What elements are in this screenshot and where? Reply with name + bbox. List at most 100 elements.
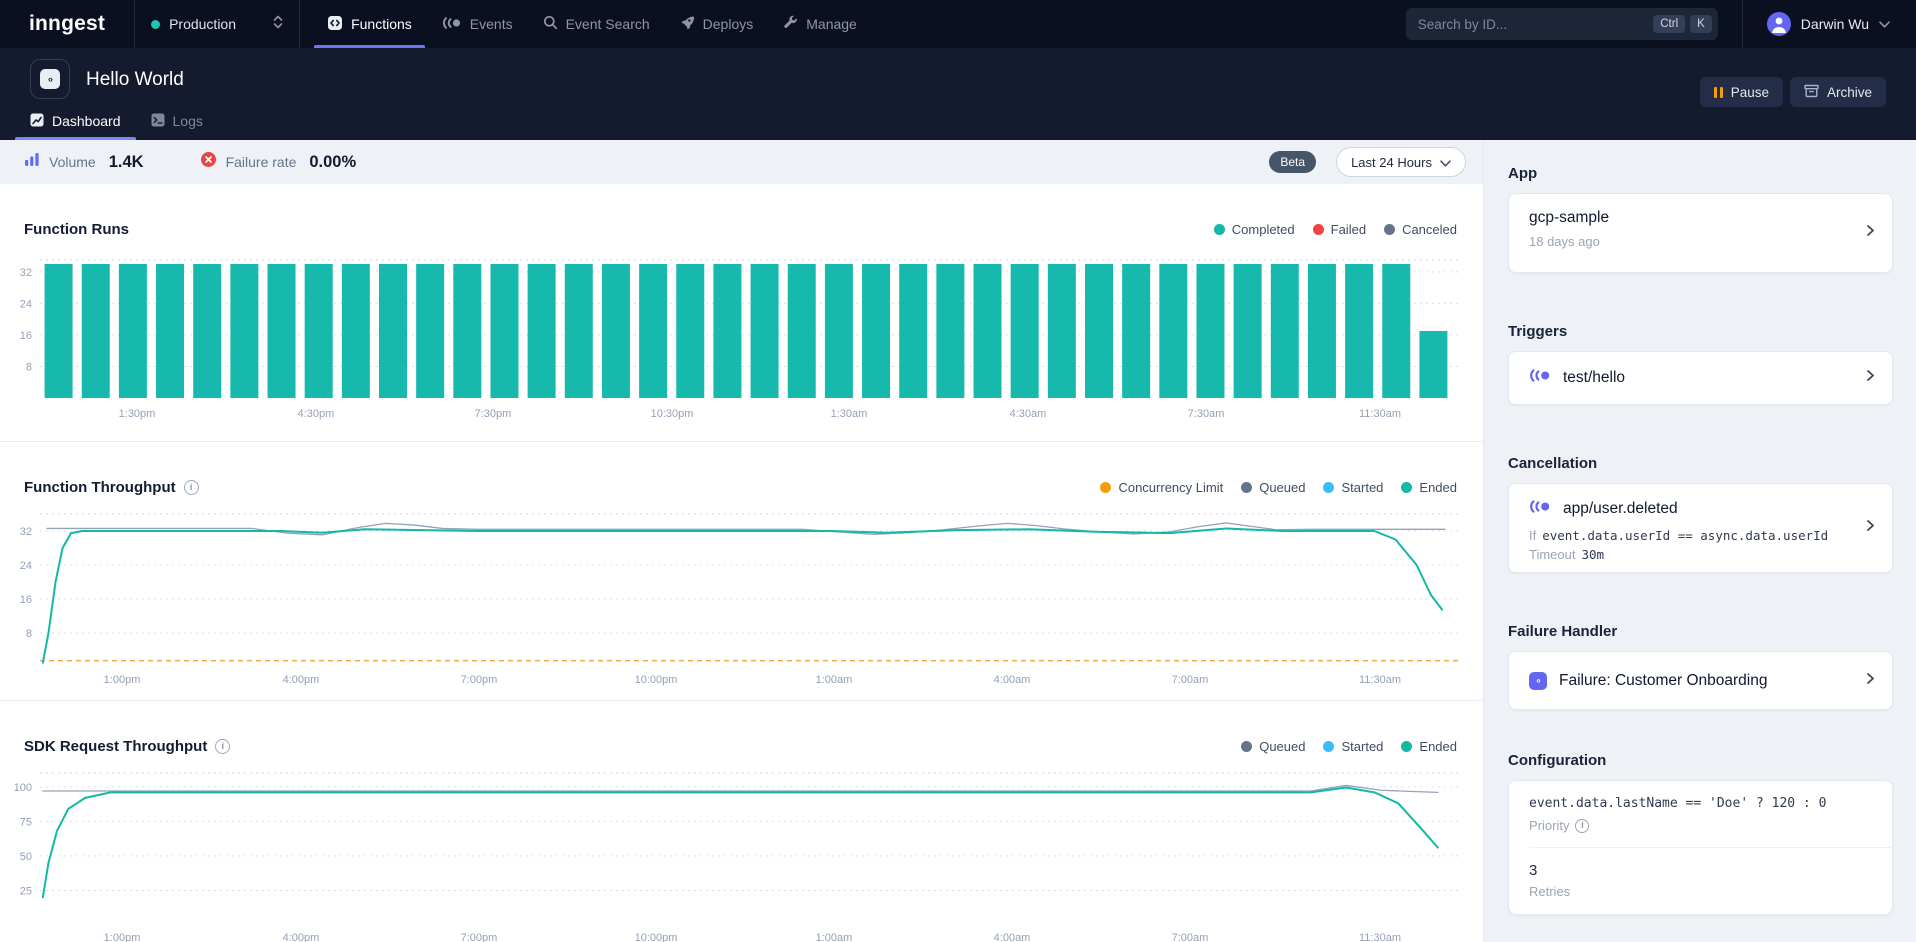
bar[interactable] bbox=[639, 264, 667, 398]
app-card[interactable]: gcp-sample 18 days ago bbox=[1508, 193, 1893, 273]
bar[interactable] bbox=[1308, 264, 1336, 398]
bar[interactable] bbox=[862, 264, 890, 398]
cancellation-card[interactable]: app/user.deleted If event.data.userId ==… bbox=[1508, 483, 1893, 573]
bar[interactable] bbox=[899, 264, 927, 398]
nav-tab-deploys[interactable]: Deploys bbox=[665, 0, 769, 48]
legend-dot bbox=[1241, 482, 1252, 493]
bar[interactable] bbox=[1085, 264, 1113, 398]
series-ended bbox=[43, 788, 1438, 898]
bar[interactable] bbox=[936, 264, 964, 398]
bar[interactable] bbox=[602, 264, 630, 398]
search-input[interactable]: Search by ID... Ctrl K bbox=[1406, 8, 1718, 40]
svg-text:10:00pm: 10:00pm bbox=[635, 674, 678, 686]
tab-dashboard[interactable]: Dashboard bbox=[15, 102, 136, 140]
pause-label: Pause bbox=[1731, 85, 1769, 100]
nav-tab-label: Events bbox=[470, 16, 513, 32]
bar[interactable] bbox=[1271, 264, 1299, 398]
bar[interactable] bbox=[82, 264, 110, 398]
bar[interactable] bbox=[268, 264, 296, 398]
bar[interactable] bbox=[788, 264, 816, 398]
chevron-right-icon bbox=[1862, 223, 1878, 244]
bar[interactable] bbox=[676, 264, 704, 398]
configuration-section: Configuration event.data.lastName == 'Do… bbox=[1508, 752, 1893, 915]
dashboard-content: Volume 1.4K Failure rate 0.00% Beta Last… bbox=[0, 140, 1484, 942]
bar[interactable] bbox=[490, 264, 518, 398]
tab-logs[interactable]: Logs bbox=[136, 102, 218, 140]
function-throughput-chart: 81624321:00pm4:00pm7:00pm10:00pm1:00am4:… bbox=[0, 508, 1460, 697]
bar[interactable] bbox=[1048, 264, 1076, 398]
info-icon[interactable]: i bbox=[184, 480, 199, 495]
bar[interactable] bbox=[1345, 264, 1373, 398]
page-title: Hello World bbox=[86, 69, 184, 91]
chart-title: SDK Request Throughput bbox=[24, 738, 207, 755]
bar[interactable] bbox=[751, 264, 779, 398]
bar[interactable] bbox=[305, 264, 333, 398]
bar[interactable] bbox=[453, 264, 481, 398]
bar[interactable] bbox=[379, 264, 407, 398]
sdk-request-throughput-panel: SDK Request Throughput i QueuedStartedEn… bbox=[0, 700, 1483, 942]
bar[interactable] bbox=[1419, 331, 1447, 398]
priority-expression: event.data.lastName == 'Doe' ? 120 : 0 bbox=[1529, 796, 1872, 811]
legend-dot bbox=[1313, 224, 1324, 235]
failure-handler-card[interactable]: ‹› Failure: Customer Onboarding bbox=[1508, 651, 1893, 710]
bar[interactable] bbox=[45, 264, 73, 398]
function-runs-panel: Function Runs CompletedFailedCanceled 81… bbox=[0, 184, 1483, 441]
volume-value: 1.4K bbox=[109, 153, 144, 172]
wrench-icon bbox=[783, 15, 798, 33]
bar[interactable] bbox=[713, 264, 741, 398]
info-icon[interactable]: i bbox=[1575, 819, 1589, 833]
bar[interactable] bbox=[193, 264, 221, 398]
legend-item: Ended bbox=[1401, 480, 1457, 495]
svg-text:1:00pm: 1:00pm bbox=[104, 932, 141, 942]
code-icon: ‹› bbox=[40, 69, 60, 89]
nav-tab-events[interactable]: Events bbox=[427, 0, 528, 48]
app-section: App gcp-sample 18 days ago bbox=[1508, 165, 1893, 273]
retries-value: 3 bbox=[1529, 862, 1872, 879]
nav-tab-functions[interactable]: Functions bbox=[312, 0, 427, 48]
svg-text:32: 32 bbox=[20, 526, 32, 538]
failure-rate-label: Failure rate bbox=[226, 154, 297, 170]
archive-button[interactable]: Archive bbox=[1790, 77, 1886, 107]
svg-text:1:30am: 1:30am bbox=[831, 408, 868, 420]
environment-switcher[interactable]: Production bbox=[135, 0, 299, 48]
bar[interactable] bbox=[1382, 264, 1410, 398]
trigger-card[interactable]: test/hello bbox=[1508, 351, 1893, 405]
bar[interactable] bbox=[1011, 264, 1039, 398]
bar[interactable] bbox=[156, 264, 184, 398]
svg-text:4:00am: 4:00am bbox=[994, 932, 1031, 942]
bar[interactable] bbox=[1159, 264, 1187, 398]
bar[interactable] bbox=[230, 264, 258, 398]
stats-bar: Volume 1.4K Failure rate 0.00% Beta Last… bbox=[0, 140, 1483, 184]
legend-dot bbox=[1401, 741, 1412, 752]
legend-dot bbox=[1384, 224, 1395, 235]
chart-legend: QueuedStartedEnded bbox=[1241, 739, 1457, 754]
configuration-heading: Configuration bbox=[1508, 752, 1893, 769]
svg-text:50: 50 bbox=[20, 851, 32, 863]
bar[interactable] bbox=[342, 264, 370, 398]
legend-dot bbox=[1323, 482, 1334, 493]
bar[interactable] bbox=[528, 264, 556, 398]
bar[interactable] bbox=[119, 264, 147, 398]
nav-tab-event-search[interactable]: Event Search bbox=[528, 0, 665, 48]
function-badge-icon: ‹› bbox=[1529, 672, 1547, 690]
bar[interactable] bbox=[416, 264, 444, 398]
pause-button[interactable]: Pause bbox=[1700, 77, 1783, 107]
bar[interactable] bbox=[825, 264, 853, 398]
info-icon[interactable]: i bbox=[215, 739, 230, 754]
time-range-select[interactable]: Last 24 Hours bbox=[1336, 147, 1466, 177]
svg-text:24: 24 bbox=[20, 298, 32, 310]
bar[interactable] bbox=[1234, 264, 1262, 398]
user-menu[interactable]: Darwin Wu bbox=[1743, 12, 1916, 36]
bar[interactable] bbox=[565, 264, 593, 398]
divider bbox=[1529, 847, 1896, 848]
legend-dot bbox=[1323, 741, 1334, 752]
bar[interactable] bbox=[974, 264, 1002, 398]
nav-tab-manage[interactable]: Manage bbox=[768, 0, 872, 48]
bar[interactable] bbox=[1122, 264, 1150, 398]
svg-text:1:00am: 1:00am bbox=[816, 674, 853, 686]
legend-item: Queued bbox=[1241, 739, 1305, 754]
archive-label: Archive bbox=[1827, 85, 1872, 100]
event-icon bbox=[1529, 368, 1551, 388]
svg-text:4:00pm: 4:00pm bbox=[283, 674, 320, 686]
bar[interactable] bbox=[1196, 264, 1224, 398]
